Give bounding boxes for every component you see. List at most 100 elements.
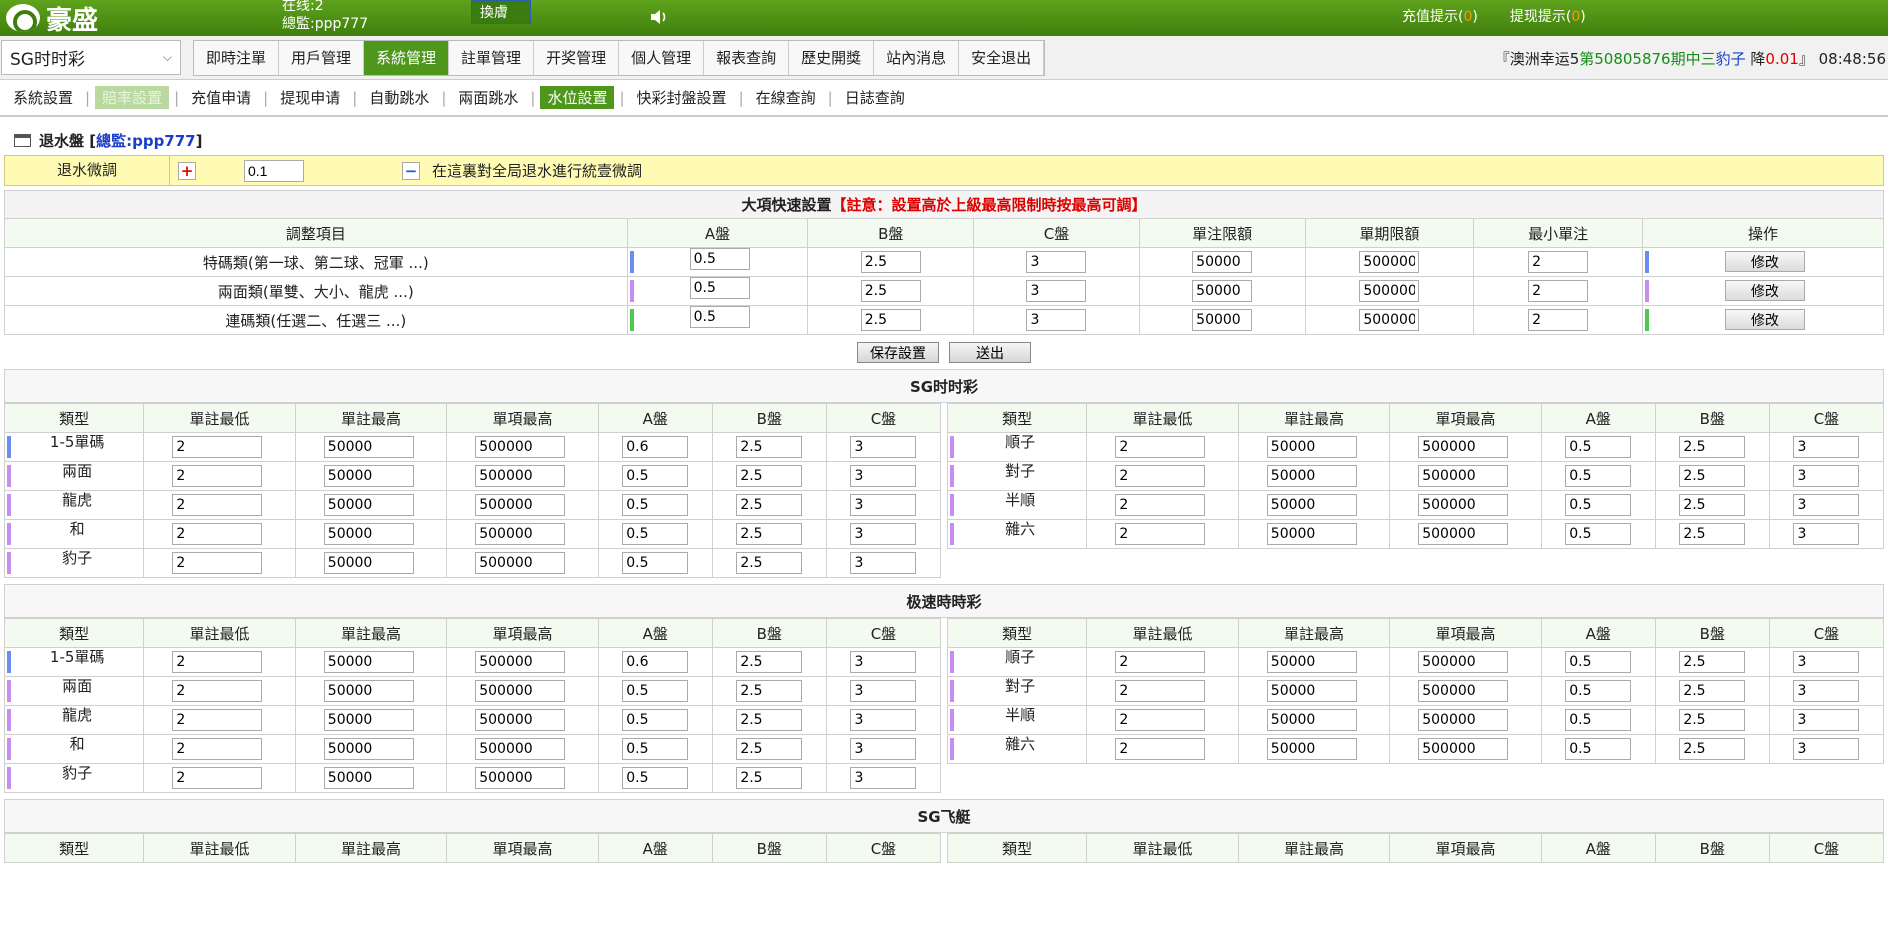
min-bet-input[interactable] (1115, 651, 1206, 673)
max-bet-input[interactable] (323, 494, 414, 516)
main-nav-item[interactable]: 系統管理 (364, 41, 450, 75)
a-rebate-input[interactable] (689, 306, 750, 328)
speaker-icon[interactable] (648, 7, 670, 27)
c-rebate-input[interactable] (850, 494, 917, 516)
main-nav-item[interactable]: 個人管理 (619, 41, 705, 75)
item-max-input[interactable] (1418, 680, 1509, 702)
c-rebate-input[interactable] (1793, 709, 1860, 731)
a-rebate-input[interactable] (622, 436, 689, 458)
max-bet-input[interactable] (323, 436, 414, 458)
max-bet-input[interactable] (1266, 436, 1357, 458)
item-max-input[interactable] (475, 465, 566, 487)
min-bet-input[interactable] (1528, 309, 1589, 331)
c-rebate-input[interactable] (850, 651, 917, 673)
b-rebate-input[interactable] (860, 280, 921, 302)
max-bet-input[interactable] (323, 767, 414, 789)
a-rebate-input[interactable] (622, 738, 689, 760)
b-rebate-input[interactable] (736, 651, 803, 673)
modify-button[interactable]: 修改 (1724, 280, 1805, 301)
item-max-input[interactable] (475, 767, 566, 789)
c-rebate-input[interactable] (1793, 523, 1860, 545)
sub-nav-item[interactable]: 日誌查詢 (838, 86, 912, 109)
item-max-input[interactable] (1418, 494, 1509, 516)
b-rebate-input[interactable] (736, 709, 803, 731)
c-rebate-input[interactable] (850, 465, 917, 487)
a-rebate-input[interactable] (1565, 680, 1632, 702)
period-limit-input[interactable] (1359, 251, 1420, 273)
item-max-input[interactable] (475, 436, 566, 458)
b-rebate-input[interactable] (1679, 494, 1746, 516)
c-rebate-input[interactable] (850, 436, 917, 458)
sub-nav-item[interactable]: 快彩封盤設置 (630, 86, 734, 109)
main-nav-item[interactable]: 开奖管理 (534, 41, 620, 75)
a-rebate-input[interactable] (622, 523, 689, 545)
c-rebate-input[interactable] (850, 767, 917, 789)
b-rebate-input[interactable] (736, 738, 803, 760)
a-rebate-input[interactable] (622, 465, 689, 487)
period-limit-input[interactable] (1359, 309, 1420, 331)
a-rebate-input[interactable] (1565, 738, 1632, 760)
max-bet-input[interactable] (323, 523, 414, 545)
b-rebate-input[interactable] (736, 494, 803, 516)
single-limit-input[interactable] (1192, 280, 1253, 302)
item-max-input[interactable] (475, 738, 566, 760)
item-max-input[interactable] (475, 523, 566, 545)
c-rebate-input[interactable] (1793, 738, 1860, 760)
game-select[interactable]: SG时时彩 ⌵ (1, 40, 181, 75)
c-rebate-input[interactable] (850, 523, 917, 545)
b-rebate-input[interactable] (1679, 709, 1746, 731)
min-bet-input[interactable] (172, 651, 263, 673)
max-bet-input[interactable] (1266, 651, 1357, 673)
c-rebate-input[interactable] (1793, 680, 1860, 702)
a-rebate-input[interactable] (689, 277, 750, 299)
item-max-input[interactable] (1418, 465, 1509, 487)
max-bet-input[interactable] (323, 680, 414, 702)
main-nav-item[interactable]: 站內消息 (874, 41, 960, 75)
min-bet-input[interactable] (1528, 251, 1589, 273)
main-nav-item[interactable]: 安全退出 (959, 41, 1045, 75)
min-bet-input[interactable] (172, 709, 263, 731)
b-rebate-input[interactable] (736, 552, 803, 574)
a-rebate-input[interactable] (622, 680, 689, 702)
min-bet-input[interactable] (172, 552, 263, 574)
sub-nav-item[interactable]: 充值申请 (184, 86, 258, 109)
period-limit-input[interactable] (1359, 280, 1420, 302)
a-rebate-input[interactable] (622, 552, 689, 574)
sub-nav-item[interactable]: 自動跳水 (362, 86, 436, 109)
min-bet-input[interactable] (1115, 738, 1206, 760)
single-limit-input[interactable] (1192, 251, 1253, 273)
plus-icon[interactable]: + (178, 161, 196, 180)
sub-nav-item[interactable]: 系統設置 (6, 86, 80, 109)
c-rebate-input[interactable] (1026, 251, 1087, 273)
a-rebate-input[interactable] (1565, 523, 1632, 545)
b-rebate-input[interactable] (860, 251, 921, 273)
item-max-input[interactable] (1418, 651, 1509, 673)
a-rebate-input[interactable] (1565, 436, 1632, 458)
a-rebate-input[interactable] (1565, 494, 1632, 516)
b-rebate-input[interactable] (1679, 738, 1746, 760)
sub-nav-item[interactable]: 兩面跳水 (451, 86, 525, 109)
max-bet-input[interactable] (1266, 523, 1357, 545)
max-bet-input[interactable] (323, 465, 414, 487)
max-bet-input[interactable] (323, 738, 414, 760)
a-rebate-input[interactable] (622, 709, 689, 731)
sub-nav-item[interactable]: 水位設置 (540, 86, 615, 109)
a-rebate-input[interactable] (1565, 651, 1632, 673)
item-max-input[interactable] (475, 494, 566, 516)
b-rebate-input[interactable] (1679, 465, 1746, 487)
c-rebate-input[interactable] (1793, 651, 1860, 673)
c-rebate-input[interactable] (850, 552, 917, 574)
b-rebate-input[interactable] (1679, 680, 1746, 702)
min-bet-input[interactable] (1115, 680, 1206, 702)
c-rebate-input[interactable] (1793, 465, 1860, 487)
max-bet-input[interactable] (1266, 465, 1357, 487)
min-bet-input[interactable] (1115, 465, 1206, 487)
c-rebate-input[interactable] (1793, 494, 1860, 516)
item-max-input[interactable] (475, 651, 566, 673)
b-rebate-input[interactable] (736, 523, 803, 545)
a-rebate-input[interactable] (1565, 709, 1632, 731)
submit-button[interactable]: 送出 (949, 341, 1031, 363)
item-max-input[interactable] (1418, 523, 1509, 545)
max-bet-input[interactable] (323, 709, 414, 731)
min-bet-input[interactable] (172, 767, 263, 789)
